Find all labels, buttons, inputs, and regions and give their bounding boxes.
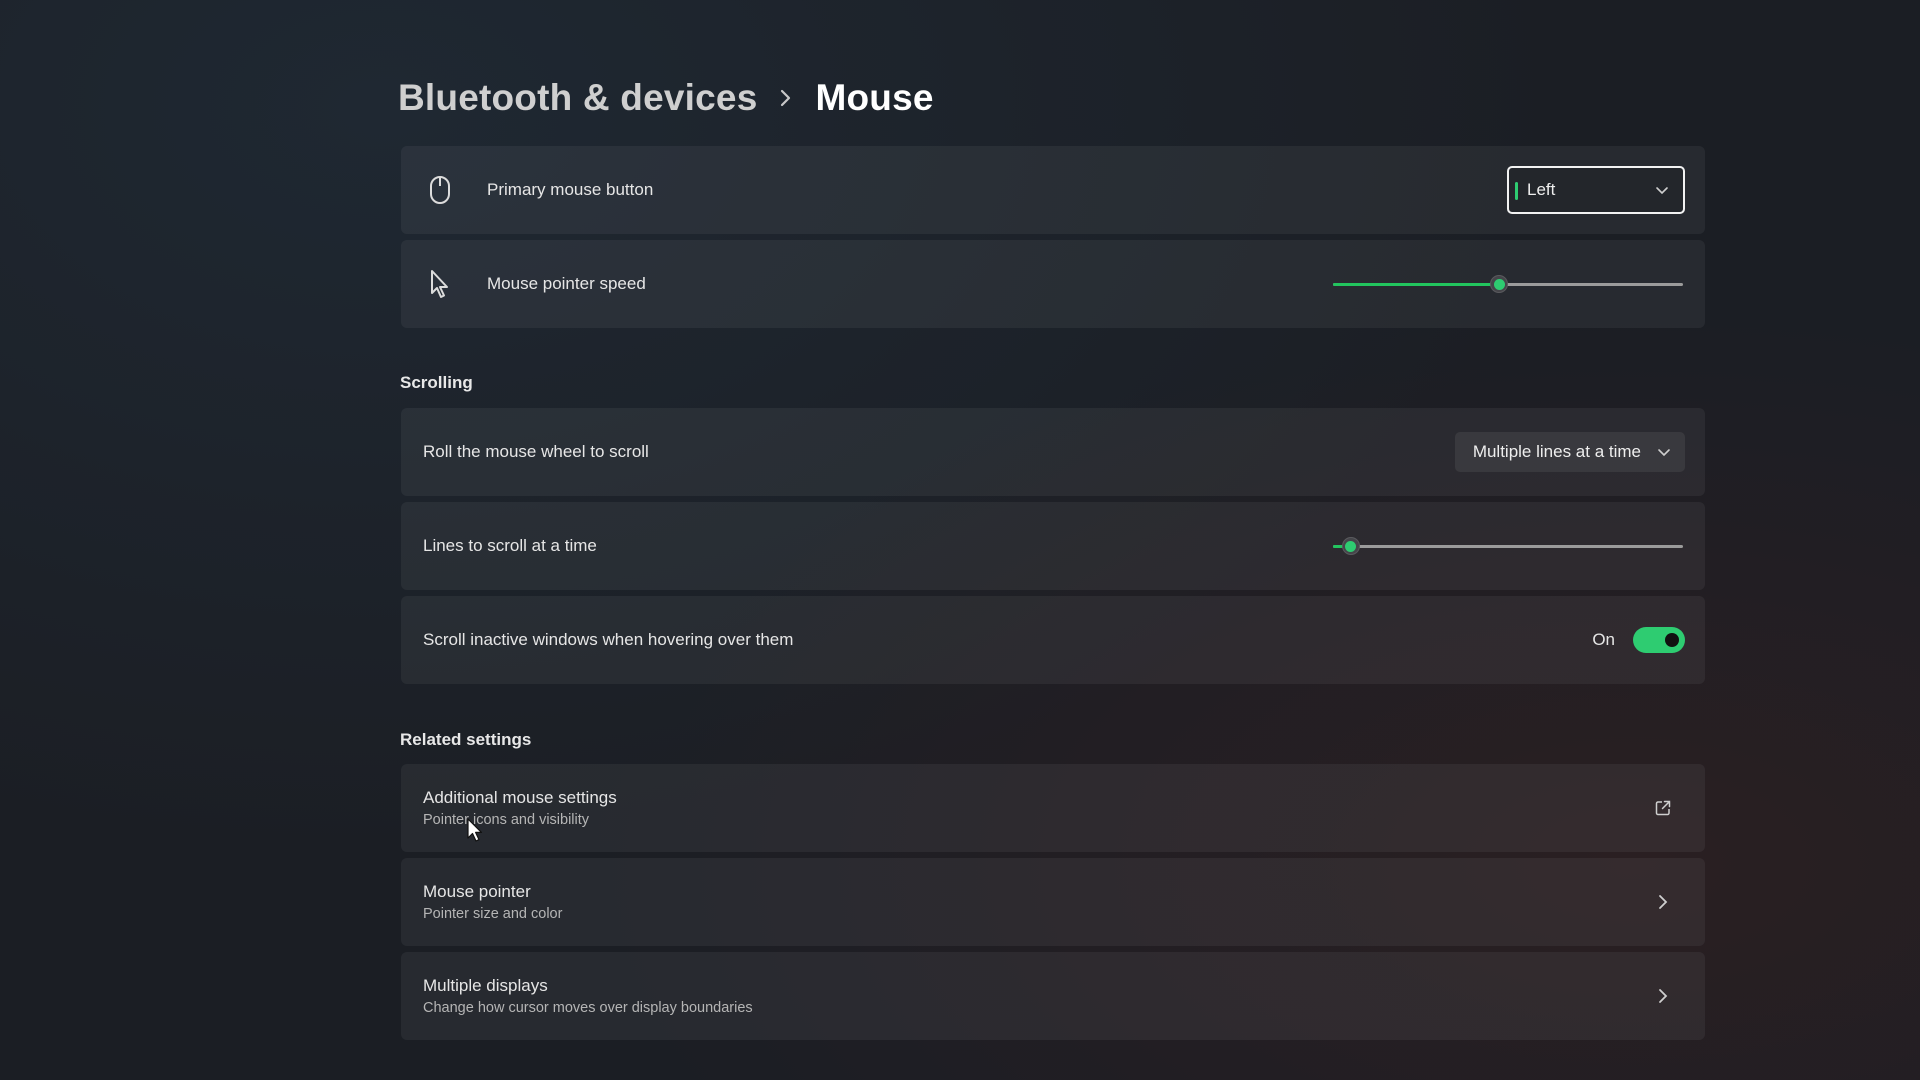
related-item-mouse-pointer[interactable]: Mouse pointer Pointer size and color (401, 858, 1705, 946)
scrolling-section-title: Scrolling (400, 373, 473, 392)
primary-mouse-button-row: Primary mouse button Left (401, 146, 1705, 234)
external-link-icon (1653, 798, 1673, 818)
chevron-right-icon (1653, 892, 1673, 912)
pointer-icon (423, 267, 457, 301)
slider-thumb[interactable] (1341, 537, 1360, 555)
roll-wheel-value: Multiple lines at a time (1472, 442, 1641, 461)
chevron-right-icon (1653, 986, 1673, 1006)
lines-to-scroll-row: Lines to scroll at a time (401, 502, 1705, 590)
scroll-inactive-label: Scroll inactive windows when hovering ov… (423, 630, 794, 649)
scroll-inactive-toggle[interactable] (1633, 627, 1685, 653)
toggle-state-text: On (1592, 630, 1615, 649)
related-settings-title: Related settings (400, 730, 532, 749)
mouse-pointer-speed-label: Mouse pointer speed (487, 274, 646, 293)
toggle-knob (1665, 633, 1679, 647)
related-item-subtitle: Change how cursor moves over display bou… (423, 1000, 753, 1016)
chevron-down-icon (1658, 449, 1670, 457)
primary-mouse-button-value: Left (1527, 180, 1556, 199)
related-item-subtitle: Pointer size and color (423, 906, 563, 922)
focus-accent (1515, 182, 1518, 200)
roll-wheel-dropdown[interactable]: Multiple lines at a time (1454, 432, 1685, 472)
related-item-multiple-displays[interactable]: Multiple displays Change how cursor move… (401, 952, 1705, 1040)
slider-fill (1333, 283, 1500, 286)
breadcrumb-separator-icon (779, 88, 793, 108)
breadcrumb: Bluetooth & devices Mouse (398, 72, 934, 124)
slider-track (1333, 545, 1683, 548)
roll-wheel-label: Roll the mouse wheel to scroll (423, 442, 649, 461)
related-item-additional-mouse-settings[interactable]: Additional mouse settings Pointer icons … (401, 764, 1705, 852)
breadcrumb-parent[interactable]: Bluetooth & devices (398, 77, 757, 119)
related-item-title: Additional mouse settings (423, 788, 617, 807)
chevron-down-icon (1656, 187, 1668, 195)
page-title: Mouse (815, 77, 934, 118)
mouse-icon (423, 173, 457, 207)
scroll-inactive-row: Scroll inactive windows when hovering ov… (401, 596, 1705, 684)
related-item-title: Multiple displays (423, 976, 548, 995)
roll-wheel-row: Roll the mouse wheel to scroll Multiple … (401, 408, 1705, 496)
mouse-pointer-speed-row: Mouse pointer speed (401, 240, 1705, 328)
primary-mouse-button-label: Primary mouse button (487, 180, 654, 199)
lines-to-scroll-slider[interactable] (1333, 534, 1683, 558)
related-item-title: Mouse pointer (423, 882, 531, 901)
mouse-pointer-speed-slider[interactable] (1333, 272, 1683, 296)
lines-to-scroll-label: Lines to scroll at a time (423, 536, 597, 555)
related-item-subtitle: Pointer icons and visibility (423, 812, 590, 828)
mouse-cursor-icon (467, 818, 483, 842)
primary-mouse-button-dropdown[interactable]: Left (1507, 166, 1685, 214)
slider-thumb[interactable] (1490, 275, 1509, 293)
